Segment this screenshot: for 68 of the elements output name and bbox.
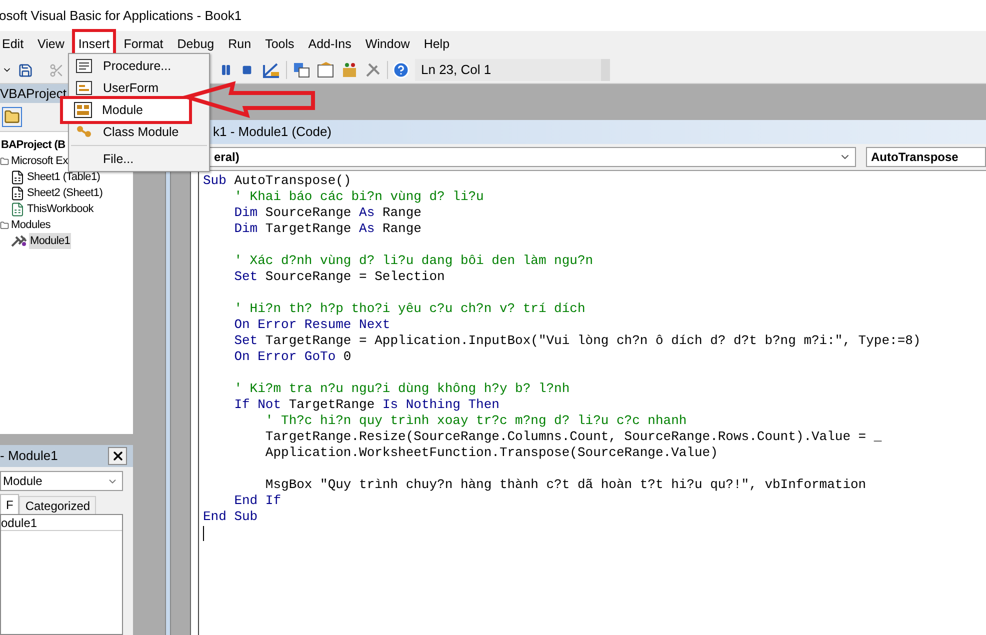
menu-item[interactable]: Module [63,99,189,121]
code-line: TargetRange.Resize(SourceRange.Columns.Count, SourceRange.Rows.Count).Value = _ [264,429,882,445]
object-browser-icon[interactable] [341,62,359,78]
workbook-icon [10,202,25,216]
menu-item[interactable]: Class Module [69,121,209,143]
tree-item[interactable]: BAProject (B [0,137,66,153]
form-icon [76,81,92,95]
close-button[interactable] [108,447,127,465]
folder-icon [0,220,9,230]
code-line: ' Khai báo các bi?n vùng d? li?u [233,189,484,205]
help-icon[interactable] [392,61,410,79]
property-row[interactable]: odule1 [1,515,122,531]
menu-item[interactable]: Add-Ins [305,32,354,56]
code-line: ' Hi?n th? h?p tho?i yêu c?u ch?n v? trí dích [233,301,586,317]
tree-item[interactable]: ThisWorkbook [26,201,94,217]
tree-item[interactable]: Module1 [29,233,72,249]
code-line: If Not TargetRange Is Nothing Then [233,397,500,413]
properties-icon[interactable] [317,62,335,78]
object-dropdown[interactable]: Module [0,471,123,491]
menu-item[interactable]: Procedure... [69,55,209,77]
panel-title: - Module1 [0,447,58,466]
module-icon [74,102,92,118]
code-line: ' Xác d?nh vùng d? li?u dang bôi den làm ngu?n [233,253,594,269]
sheet-icon [10,170,25,184]
code-line: Application.WorksheetFunction.Transpose(SourceRange.Value) [264,445,718,461]
text-cursor [203,526,204,540]
toggle-folders-icon[interactable] [2,107,22,127]
code-window-title: k1 - Module1 (Code) [212,123,332,142]
code-line: On Error GoTo 0 [233,349,352,365]
tree-item[interactable]: Sheet2 (Sheet1) [26,185,104,201]
module-icon [10,234,28,248]
procedure-icon [76,59,92,73]
properties-tab[interactable]: Categorized [19,496,96,514]
folder-icon [0,156,9,166]
code-line: End If [233,493,282,509]
tree-item[interactable]: Sheet1 (Table1) [26,169,102,185]
menu-item[interactable]: View [34,32,68,56]
panel-title: VBAProject [0,84,66,103]
tree-item[interactable]: Modules [10,217,52,233]
menu-item[interactable]: Help [420,32,453,56]
code-line: Dim TargetRange As Range [233,221,422,237]
menu-item[interactable]: Tools [262,32,298,56]
menu-item[interactable]: Edit [0,32,27,56]
code-line: On Error Resume Next [233,317,390,333]
properties-tab[interactable]: F [0,494,20,514]
design-icon[interactable] [262,62,280,78]
save-icon[interactable] [18,62,33,78]
procedure-dropdown[interactable]: AutoTranspose [866,147,986,167]
code-line: Set TargetRange = Application.InputBox("Vui lòng ch?n ô dích d? d?t b?ng m?i:", Type:=8) [233,333,921,349]
code-line: Sub AutoTranspose() [203,173,352,189]
tree-item[interactable]: Microsoft Ex [10,153,69,169]
class-icon [76,125,92,139]
code-line: End Sub [203,509,258,525]
menu-item[interactable]: Debug [174,32,218,56]
stop-icon[interactable] [242,65,252,75]
menu-item[interactable]: Window [362,32,413,56]
code-line: Dim SourceRange As Range [233,205,422,221]
menu-item[interactable]: Format [120,32,166,56]
pause-icon[interactable] [220,64,232,76]
position-field: Ln 23, Col 1 [415,59,601,81]
sheet-icon [10,186,25,200]
project-explorer-icon[interactable] [293,62,311,78]
close-icon [110,449,124,463]
code-line: Set SourceRange = Selection [233,269,445,285]
code-line: ' Ki?m tra n?u ngu?i dùng không h?y b? l?nh [233,381,570,397]
code-line: MsgBox "Quy trình chuy?n hàng thành c?t dã hoàn t?t hi?u qu?!", vbInformation [264,477,866,493]
menu-item[interactable]: Run [225,32,254,56]
code-line: ' Th?c hi?n quy trình xoay tr?c m?ng d? li?u c?c nhanh [264,413,687,429]
